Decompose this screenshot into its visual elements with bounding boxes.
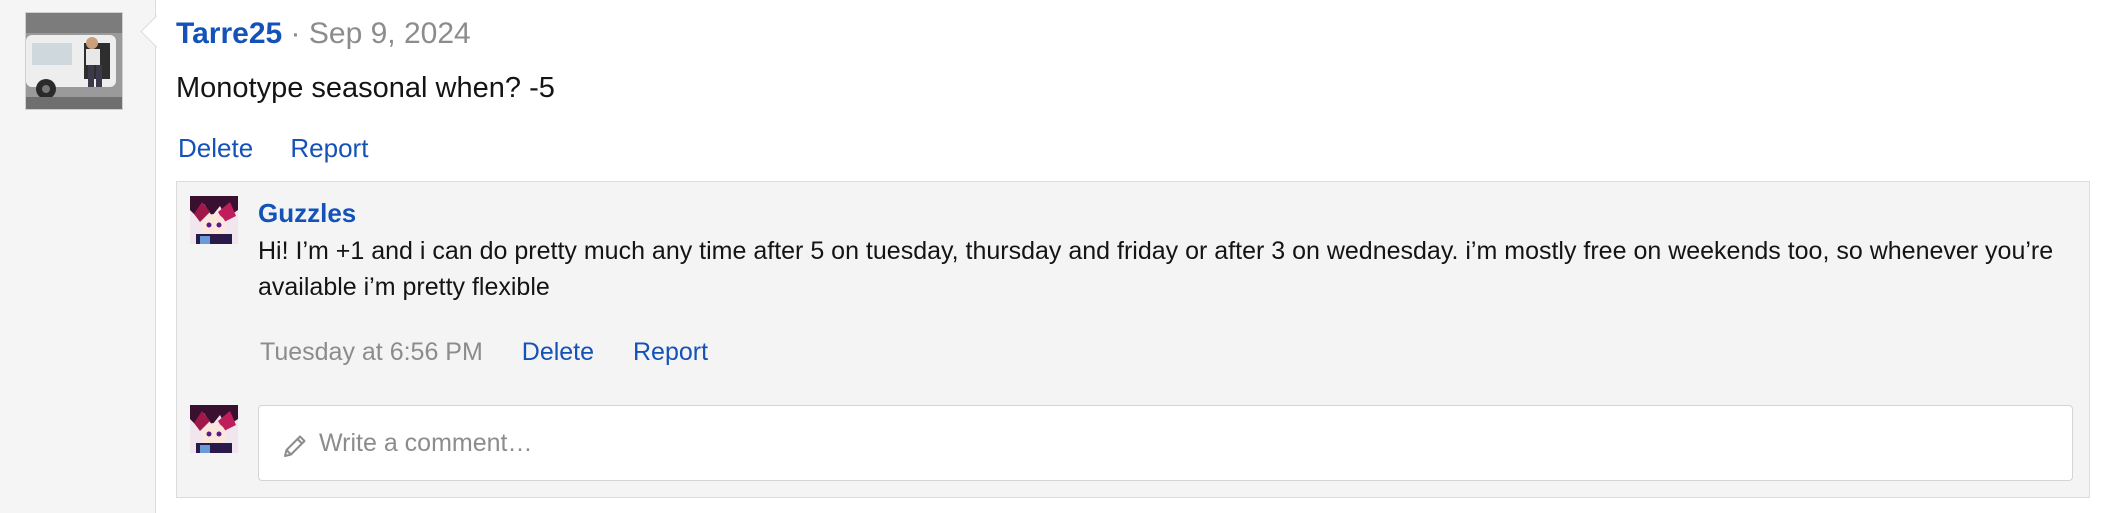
reply-avatar[interactable] xyxy=(190,196,238,244)
pencil-icon xyxy=(284,435,306,457)
post-date[interactable]: Sep 9, 2024 xyxy=(309,17,471,50)
author-avatar-image xyxy=(26,13,122,109)
comment-composer: Write a comment… xyxy=(176,392,2090,498)
header-separator: · xyxy=(290,17,301,50)
reply-timestamp[interactable]: Tuesday at 6:56 PM xyxy=(260,338,483,366)
post-author-link[interactable]: Tarre25 xyxy=(176,17,282,50)
reply-avatar-image xyxy=(190,196,238,244)
comment-placeholder: Write a comment… xyxy=(319,429,533,457)
reply-comment: Guzzles Hi! I’m +1 and i can do pretty m… xyxy=(176,181,2090,393)
post-header: Tarre25 · Sep 9, 2024 xyxy=(176,14,471,54)
comment-input[interactable]: Write a comment… xyxy=(258,405,2073,481)
post-delete-link[interactable]: Delete xyxy=(178,133,253,163)
author-avatar[interactable] xyxy=(25,12,123,110)
reply-meta: Tuesday at 6:56 PM Delete Report xyxy=(260,334,740,370)
composer-avatar xyxy=(190,405,238,453)
composer-avatar-image xyxy=(190,405,238,453)
post-report-link[interactable]: Report xyxy=(290,133,368,163)
post-message: Monotype seasonal when? -5 xyxy=(176,72,555,104)
reply-author-link[interactable]: Guzzles xyxy=(258,197,356,229)
reply-delete-link[interactable]: Delete xyxy=(522,338,594,366)
post-actions: Delete Report xyxy=(178,128,398,168)
reply-text: Hi! I’m +1 and i can do pretty much any … xyxy=(258,237,2054,301)
reply-report-link[interactable]: Report xyxy=(633,338,708,366)
